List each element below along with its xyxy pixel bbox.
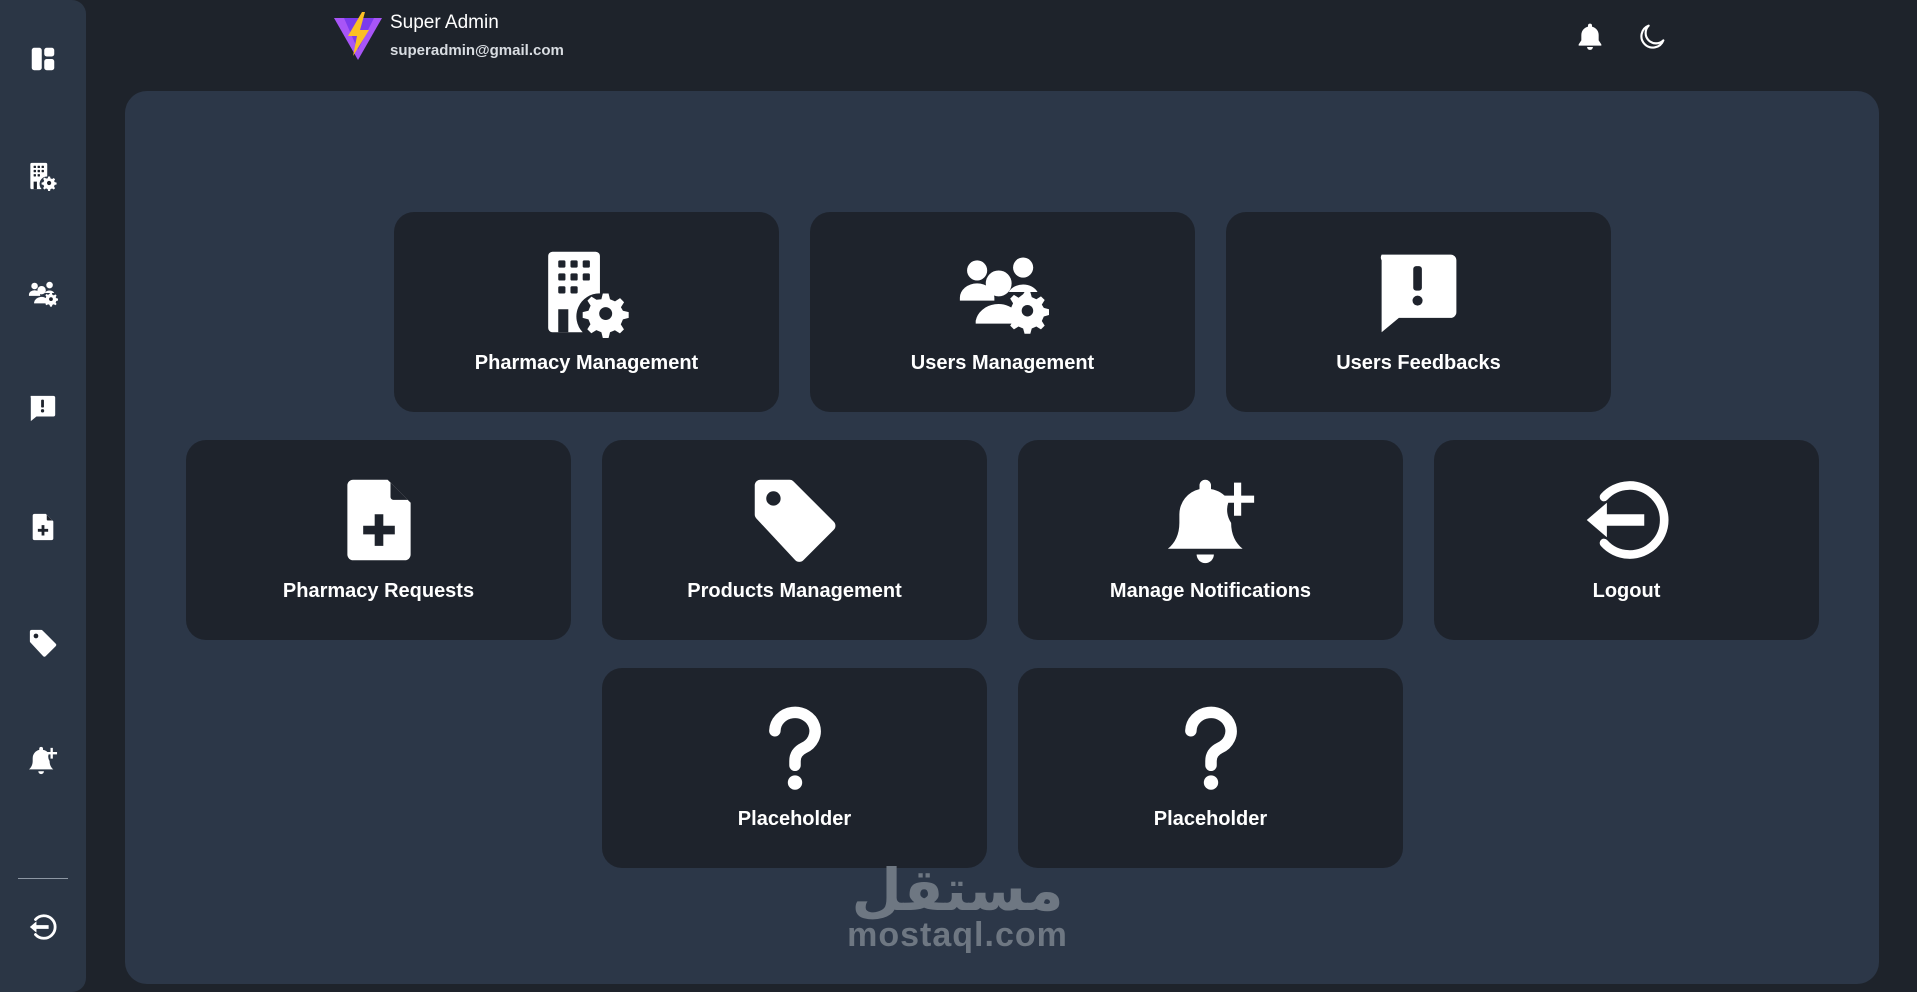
feedback-icon xyxy=(28,393,58,423)
bell-plus-icon xyxy=(1165,474,1257,566)
card-pharmacy-management[interactable]: Pharmacy Management xyxy=(394,212,779,412)
sidebar xyxy=(0,0,86,992)
card-placeholder[interactable]: Placeholder xyxy=(1018,668,1403,868)
card-label: Users Management xyxy=(910,352,1095,374)
header: Super Admin superadmin@gmail.com xyxy=(86,0,1917,92)
card-label: Users Feedbacks xyxy=(1336,352,1501,374)
sidebar-item-logout[interactable] xyxy=(21,905,65,949)
users-gear-icon xyxy=(957,246,1049,338)
building-gear-icon xyxy=(541,246,633,338)
tag-icon xyxy=(749,474,841,566)
building-gear-icon xyxy=(28,161,58,191)
sidebar-item-users-feedbacks[interactable] xyxy=(21,386,65,430)
card-label: Pharmacy Management xyxy=(474,352,699,374)
question-icon xyxy=(749,702,841,794)
user-name: Super Admin xyxy=(390,12,499,33)
sidebar-item-pharmacy-requests[interactable] xyxy=(21,505,65,549)
app-logo-icon xyxy=(334,12,382,60)
main-content: Pharmacy Management Users Management Use… xyxy=(125,91,1879,984)
bell-icon xyxy=(1574,21,1606,53)
card-placeholder[interactable]: Placeholder xyxy=(602,668,987,868)
card-pharmacy-requests[interactable]: Pharmacy Requests xyxy=(186,440,571,640)
moon-icon xyxy=(1636,21,1668,53)
tag-icon xyxy=(28,628,58,658)
card-users-feedbacks[interactable]: Users Feedbacks xyxy=(1226,212,1611,412)
file-plus-icon xyxy=(28,512,58,542)
sidebar-item-manage-notifications[interactable] xyxy=(21,738,65,782)
card-logout[interactable]: Logout xyxy=(1434,440,1819,640)
card-products-management[interactable]: Products Management xyxy=(602,440,987,640)
card-label: Logout xyxy=(1592,580,1661,602)
card-label: Pharmacy Requests xyxy=(282,580,475,602)
dashboard-icon xyxy=(31,47,55,71)
bell-plus-icon xyxy=(28,745,58,775)
sidebar-item-products-management[interactable] xyxy=(21,621,65,665)
card-users-management[interactable]: Users Management xyxy=(810,212,1195,412)
card-label: Manage Notifications xyxy=(1109,580,1312,602)
sidebar-divider xyxy=(18,878,68,879)
feedback-icon xyxy=(1373,246,1465,338)
sidebar-item-dashboard[interactable] xyxy=(21,37,65,81)
card-manage-notifications[interactable]: Manage Notifications xyxy=(1018,440,1403,640)
users-gear-icon xyxy=(28,278,58,308)
user-email: superadmin@gmail.com xyxy=(390,42,564,59)
question-icon xyxy=(1165,702,1257,794)
card-label: Placeholder xyxy=(1153,808,1268,830)
card-label: Placeholder xyxy=(737,808,852,830)
logout-icon xyxy=(1581,474,1673,566)
notifications-button[interactable] xyxy=(1568,15,1612,59)
sidebar-item-pharmacy-management[interactable] xyxy=(21,154,65,198)
theme-toggle-button[interactable] xyxy=(1630,15,1674,59)
logout-icon xyxy=(28,912,58,942)
file-plus-icon xyxy=(333,474,425,566)
card-label: Products Management xyxy=(687,580,902,602)
sidebar-item-users-management[interactable] xyxy=(21,271,65,315)
user-profile[interactable]: Super Admin superadmin@gmail.com xyxy=(332,10,564,62)
